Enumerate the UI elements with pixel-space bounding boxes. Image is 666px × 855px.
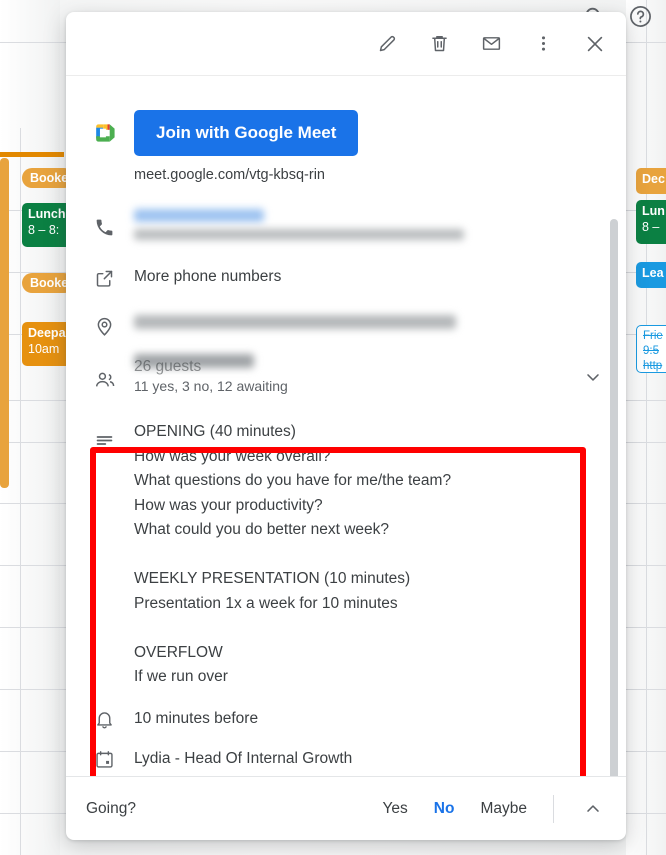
guests-content: 26 guests 11 yes, 3 no, 12 awaiting	[134, 354, 580, 396]
chevron-down-icon[interactable]	[580, 364, 606, 390]
calendar-row: Lydia - Head Of Internal Growth	[66, 748, 626, 770]
rsvp-footer: Going? Yes No Maybe	[66, 776, 626, 840]
calendar-icon	[94, 748, 134, 770]
redacted-text	[134, 315, 456, 329]
calendar-event-title: Lea	[642, 266, 664, 280]
meet-row: Join with Google Meet meet.google.com/vt…	[66, 110, 626, 183]
calendar-event-chip[interactable]: Lea	[636, 262, 666, 288]
calendar-event-chip[interactable]: Dec	[636, 168, 666, 194]
close-x-icon[interactable]	[582, 31, 608, 57]
envelope-icon[interactable]	[478, 31, 504, 57]
meet-content: Join with Google Meet meet.google.com/vt…	[134, 110, 606, 183]
more-phone-numbers-row[interactable]: More phone numbers	[66, 266, 626, 289]
rsvp-divider	[553, 794, 554, 823]
redacted-text	[134, 209, 264, 222]
event-detail-dialog: Join with Google Meet meet.google.com/vt…	[66, 12, 626, 840]
dialog-body: Join with Google Meet meet.google.com/vt…	[66, 76, 626, 776]
notification-row[interactable]: 10 minutes before	[66, 708, 626, 730]
description-text: OPENING (40 minutes) How was your week o…	[134, 423, 452, 685]
location-pin-icon	[94, 315, 134, 337]
rsvp-yes-button[interactable]: Yes	[383, 800, 408, 818]
allday-event-bar[interactable]	[0, 152, 64, 157]
rsvp-no-button[interactable]: No	[434, 800, 455, 818]
calendar-column-left	[0, 0, 60, 855]
allday-event-bar[interactable]	[0, 158, 9, 488]
people-icon	[94, 363, 134, 391]
guests-rsvp-summary: 11 yes, 3 no, 12 awaiting	[134, 378, 288, 394]
three-dots-vertical-icon[interactable]	[530, 31, 556, 57]
calendar-gridline	[20, 128, 21, 855]
going-label: Going?	[86, 799, 136, 817]
pencil-icon[interactable]	[374, 31, 400, 57]
calendar-event-title: Lunch	[28, 207, 66, 221]
redacted-text	[134, 229, 464, 240]
calendar-event-time: 10am	[28, 342, 60, 356]
calendar-event-time: 9:5	[643, 345, 659, 357]
google-meet-icon	[94, 110, 134, 144]
help-icon[interactable]	[629, 5, 652, 28]
phone-icon	[94, 209, 134, 238]
calendar-gridline	[646, 0, 647, 855]
chevron-up-icon[interactable]	[580, 796, 606, 822]
dialog-header	[66, 12, 626, 76]
description-row: OPENING (40 minutes) How was your week o…	[66, 420, 626, 690]
calendar-event-chip[interactable]: Frie 9:5 http	[636, 325, 666, 373]
phone-row	[66, 209, 626, 240]
calendar-event-time: 8 –	[642, 220, 660, 234]
calendar-owner-name: Lydia - Head Of Internal Growth	[134, 749, 353, 767]
join-google-meet-button[interactable]: Join with Google Meet	[134, 110, 359, 156]
trash-icon[interactable]	[426, 31, 452, 57]
calendar-event-title: Lun	[642, 204, 665, 218]
location-redacted-content[interactable]	[134, 315, 606, 329]
calendar-event-time: 8 – 8:	[28, 223, 60, 237]
calendar-event-title: Deepa	[28, 326, 66, 340]
calendar-event-title: Frie	[643, 330, 663, 342]
open-in-new-icon	[94, 266, 134, 289]
calendar-event-chip[interactable]: Lun 8 –	[636, 200, 666, 244]
bell-icon	[94, 708, 134, 730]
description-lines-icon	[94, 420, 134, 451]
rsvp-options: Yes No Maybe	[383, 794, 607, 823]
dialog-scrollbar[interactable]	[610, 219, 618, 776]
phone-redacted-content[interactable]	[134, 209, 606, 240]
more-phone-numbers-label: More phone numbers	[134, 268, 282, 285]
rsvp-maybe-button[interactable]: Maybe	[480, 800, 527, 818]
guests-row[interactable]: 26 guests 11 yes, 3 no, 12 awaiting	[66, 354, 626, 396]
location-row	[66, 315, 626, 337]
calendar-event-title: Dec	[642, 172, 665, 186]
calendar-event-link: http	[643, 360, 663, 372]
notification-label: 10 minutes before	[134, 709, 259, 727]
guests-count-label: 26 guests	[134, 358, 202, 375]
meet-url[interactable]: meet.google.com/vtg-kbsq-rin	[134, 167, 606, 183]
